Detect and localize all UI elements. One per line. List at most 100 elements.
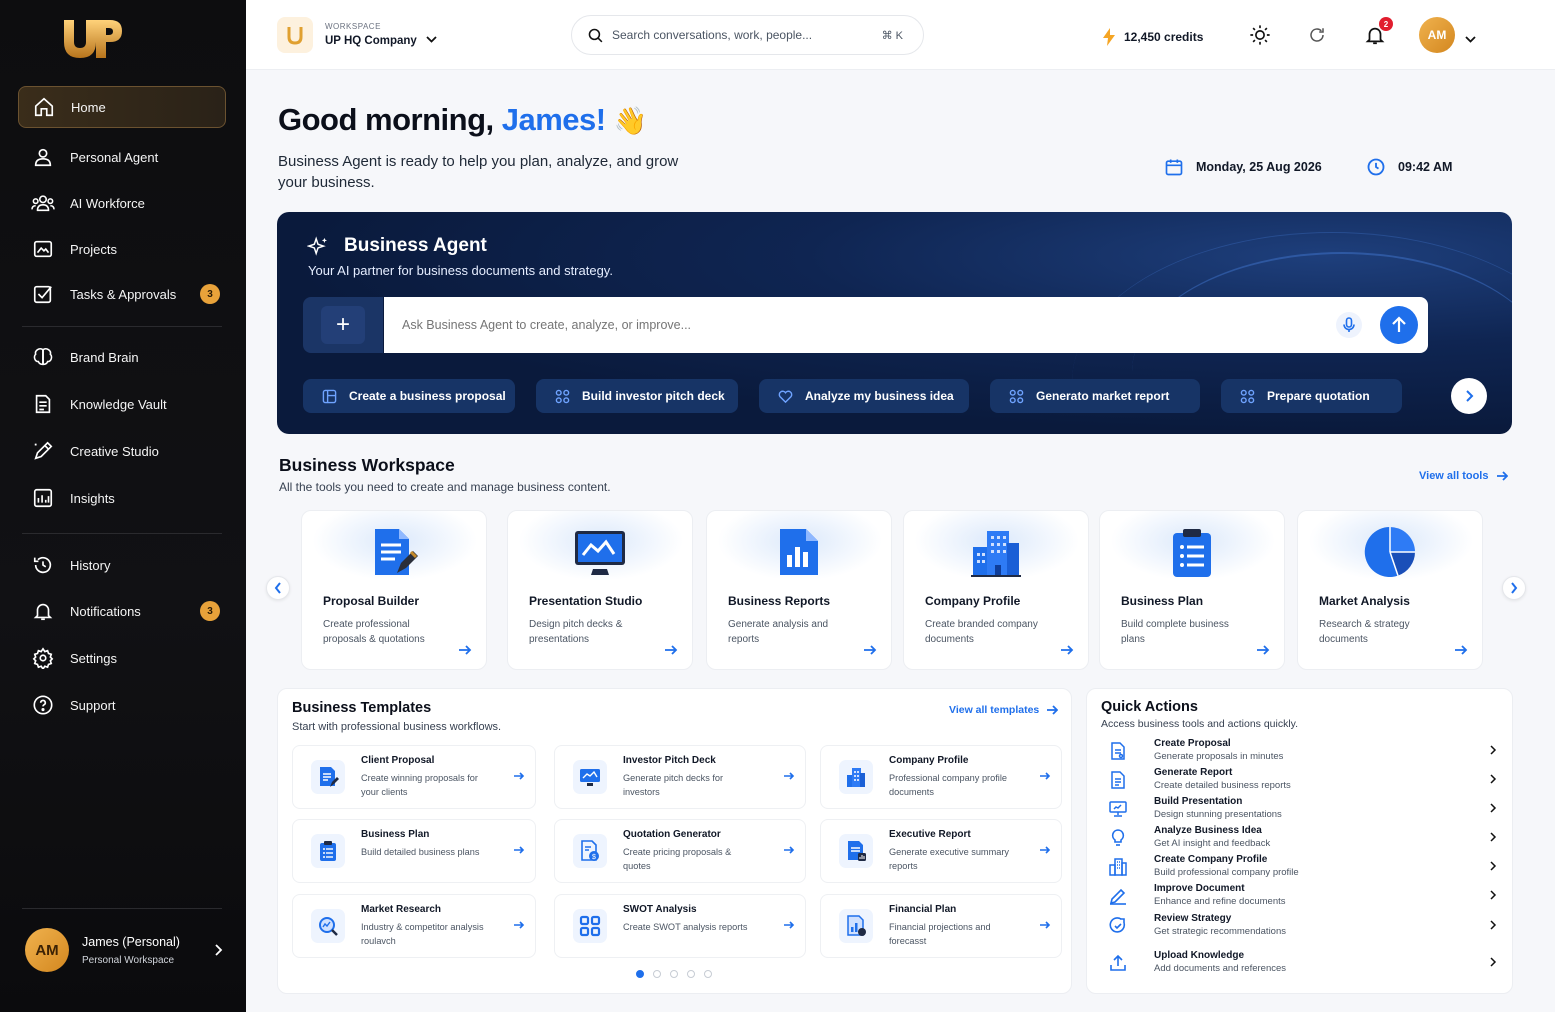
arrow-right-icon[interactable] (1454, 643, 1468, 657)
template-card[interactable]: Investor Pitch Deck Generate pitch decks… (554, 745, 806, 809)
avatar[interactable]: AM (1419, 17, 1455, 53)
quick-action-item[interactable]: Improve Document Enhance and refine docu… (1100, 883, 1500, 911)
sidebar-item-label: AI Workforce (70, 195, 145, 211)
quick-action-item[interactable]: Analyze Business Idea Get AI insight and… (1100, 825, 1500, 853)
sidebar-item-support[interactable]: Support (18, 684, 226, 726)
sidebar-item-settings[interactable]: Settings (18, 637, 226, 679)
workspace-name[interactable]: UP HQ Company (325, 35, 417, 47)
arrow-right-icon (1040, 846, 1051, 854)
checkbox-icon (31, 282, 55, 306)
grid-icon (1239, 388, 1255, 404)
template-card[interactable]: Company Profile Professional company pro… (820, 745, 1062, 809)
search-input[interactable]: Search conversations, work, people... (612, 28, 812, 42)
waving-hand-emoji: 👋 (613, 106, 648, 136)
home-icon (32, 95, 56, 119)
arrow-right-icon[interactable] (664, 643, 678, 657)
suggestion-chip[interactable]: Prepare quotation (1221, 379, 1402, 413)
view-all-templates-link[interactable]: View all templates (949, 704, 1059, 716)
sidebar-item-brand-brain[interactable]: Brand Brain (18, 336, 226, 378)
tool-card-proposal-builder[interactable]: Proposal Builder Create professional pro… (301, 510, 487, 670)
arrow-right-icon[interactable] (1060, 643, 1074, 657)
sidebar-item-tasks-approvals[interactable]: Tasks & Approvals 3 (18, 273, 226, 315)
agent-title: Business Agent (344, 235, 487, 256)
tool-card-business-plan[interactable]: Business Plan Build complete business pl… (1099, 510, 1285, 670)
pagination-dot-active[interactable] (636, 970, 644, 978)
chevron-down-icon[interactable] (1465, 31, 1476, 49)
template-card[interactable]: Executive Report Generate executive summ… (820, 819, 1062, 883)
arrow-right-icon (514, 921, 525, 929)
user-icon (31, 145, 55, 169)
workspace-logo[interactable] (277, 17, 313, 53)
chips-next-button[interactable] (1451, 378, 1487, 414)
send-button[interactable] (1380, 306, 1418, 344)
sidebar-item-knowledge-vault[interactable]: Knowledge Vault (18, 383, 226, 425)
sidebar: Home Personal Agent AI Workforce Project… (0, 0, 246, 1012)
template-card[interactable]: SWOT Analysis Create SWOT analysis repor… (554, 894, 806, 958)
suggestion-chip[interactable]: Create a business proposal (303, 379, 515, 413)
arrow-right-icon[interactable] (863, 643, 877, 657)
template-card[interactable]: Market Research Industry & competitor an… (292, 894, 536, 958)
quick-action-title: Generate Report (1154, 767, 1233, 778)
arrow-right-icon (1040, 772, 1051, 780)
quick-action-item[interactable]: Upload Knowledge Add documents and refer… (1100, 950, 1500, 978)
suggestion-chip[interactable]: Build investor pitch deck (536, 379, 738, 413)
arrow-right-icon[interactable] (458, 643, 472, 657)
pagination-dot[interactable] (670, 970, 678, 978)
quick-action-item[interactable]: Generate Report Create detailed business… (1100, 767, 1500, 795)
microphone-icon[interactable] (1336, 312, 1362, 338)
tool-card-company-profile[interactable]: Company Profile Create branded company d… (903, 510, 1089, 670)
agent-prompt-input[interactable] (402, 318, 1282, 332)
sidebar-item-creative-studio[interactable]: Creative Studio (18, 430, 226, 472)
report-doc-icon (1108, 770, 1128, 790)
user-profile-switcher[interactable]: AM James (Personal) Personal Workspace (18, 918, 230, 982)
template-card[interactable]: Business Plan Build detailed business pl… (292, 819, 536, 883)
quick-action-description: Get AI insight and feedback (1154, 838, 1271, 849)
executive-report-icon (839, 834, 873, 868)
attach-button[interactable]: + (303, 297, 383, 353)
tool-card-presentation-studio[interactable]: Presentation Studio Design pitch decks &… (507, 510, 693, 670)
up-logo[interactable] (60, 14, 124, 60)
quick-action-item[interactable]: Build Presentation Design stunning prese… (1100, 796, 1500, 824)
theme-toggle-sun-icon[interactable] (1248, 23, 1272, 47)
tool-card-business-reports[interactable]: Business Reports Generate analysis and r… (706, 510, 892, 670)
quick-action-item[interactable]: Create Proposal Generate proposals in mi… (1100, 738, 1500, 766)
view-all-tools-link[interactable]: View all tools (1419, 470, 1508, 482)
refresh-icon[interactable] (1305, 23, 1329, 47)
arrow-right-icon (514, 772, 525, 780)
date-value: Monday, 25 Aug 2026 (1196, 160, 1322, 174)
quick-action-item[interactable]: Create Company Profile Build professiona… (1100, 854, 1500, 882)
arrow-right-icon (784, 772, 795, 780)
quick-action-description: Generate proposals in minutes (1154, 751, 1284, 762)
tools-prev-button[interactable] (266, 576, 290, 600)
template-card[interactable]: $ Quotation Generator Create pricing pro… (554, 819, 806, 883)
pagination-dot[interactable] (704, 970, 712, 978)
grid-icon (554, 388, 570, 404)
tool-card-market-analysis[interactable]: Market Analysis Research & strategy docu… (1297, 510, 1483, 670)
sidebar-item-home[interactable]: Home (18, 86, 226, 128)
top-bar: WORKSPACE UP HQ Company Search conversat… (246, 0, 1555, 70)
arrow-right-icon[interactable] (1256, 643, 1270, 657)
sidebar-item-notifications[interactable]: Notifications 3 (18, 590, 226, 632)
template-card[interactable]: Client Proposal Create winning proposals… (292, 745, 536, 809)
tools-next-button[interactable] (1502, 576, 1526, 600)
tool-title: Proposal Builder (323, 594, 420, 608)
sidebar-item-history[interactable]: History (18, 544, 226, 586)
sidebar-item-label: Brand Brain (70, 349, 139, 365)
suggestion-chip[interactable]: Analyze my business idea (759, 379, 969, 413)
quick-action-item[interactable]: Review Strategy Get strategic recommenda… (1100, 913, 1500, 941)
pagination-dot[interactable] (687, 970, 695, 978)
business-agent-card: Business Agent Your AI partner for busin… (277, 212, 1512, 434)
sidebar-item-label: History (70, 557, 111, 573)
sidebar-item-ai-workforce[interactable]: AI Workforce (18, 182, 226, 224)
company-building-icon (1108, 857, 1128, 877)
notifications-bell-icon[interactable]: 2 (1363, 17, 1393, 47)
sidebar-item-personal-agent[interactable]: Personal Agent (18, 136, 226, 178)
template-card[interactable]: Financial Plan Financial projections and… (820, 894, 1062, 958)
sidebar-item-projects[interactable]: Projects (18, 228, 226, 270)
chevron-down-icon[interactable] (426, 31, 437, 49)
credits-display[interactable]: 12,450 credits (1102, 28, 1203, 46)
pagination-dot[interactable] (653, 970, 661, 978)
suggestion-chip[interactable]: Generato market report (990, 379, 1200, 413)
sidebar-item-insights[interactable]: Insights (18, 477, 226, 519)
search-bar[interactable]: Search conversations, work, people... ⌘ … (571, 15, 924, 55)
